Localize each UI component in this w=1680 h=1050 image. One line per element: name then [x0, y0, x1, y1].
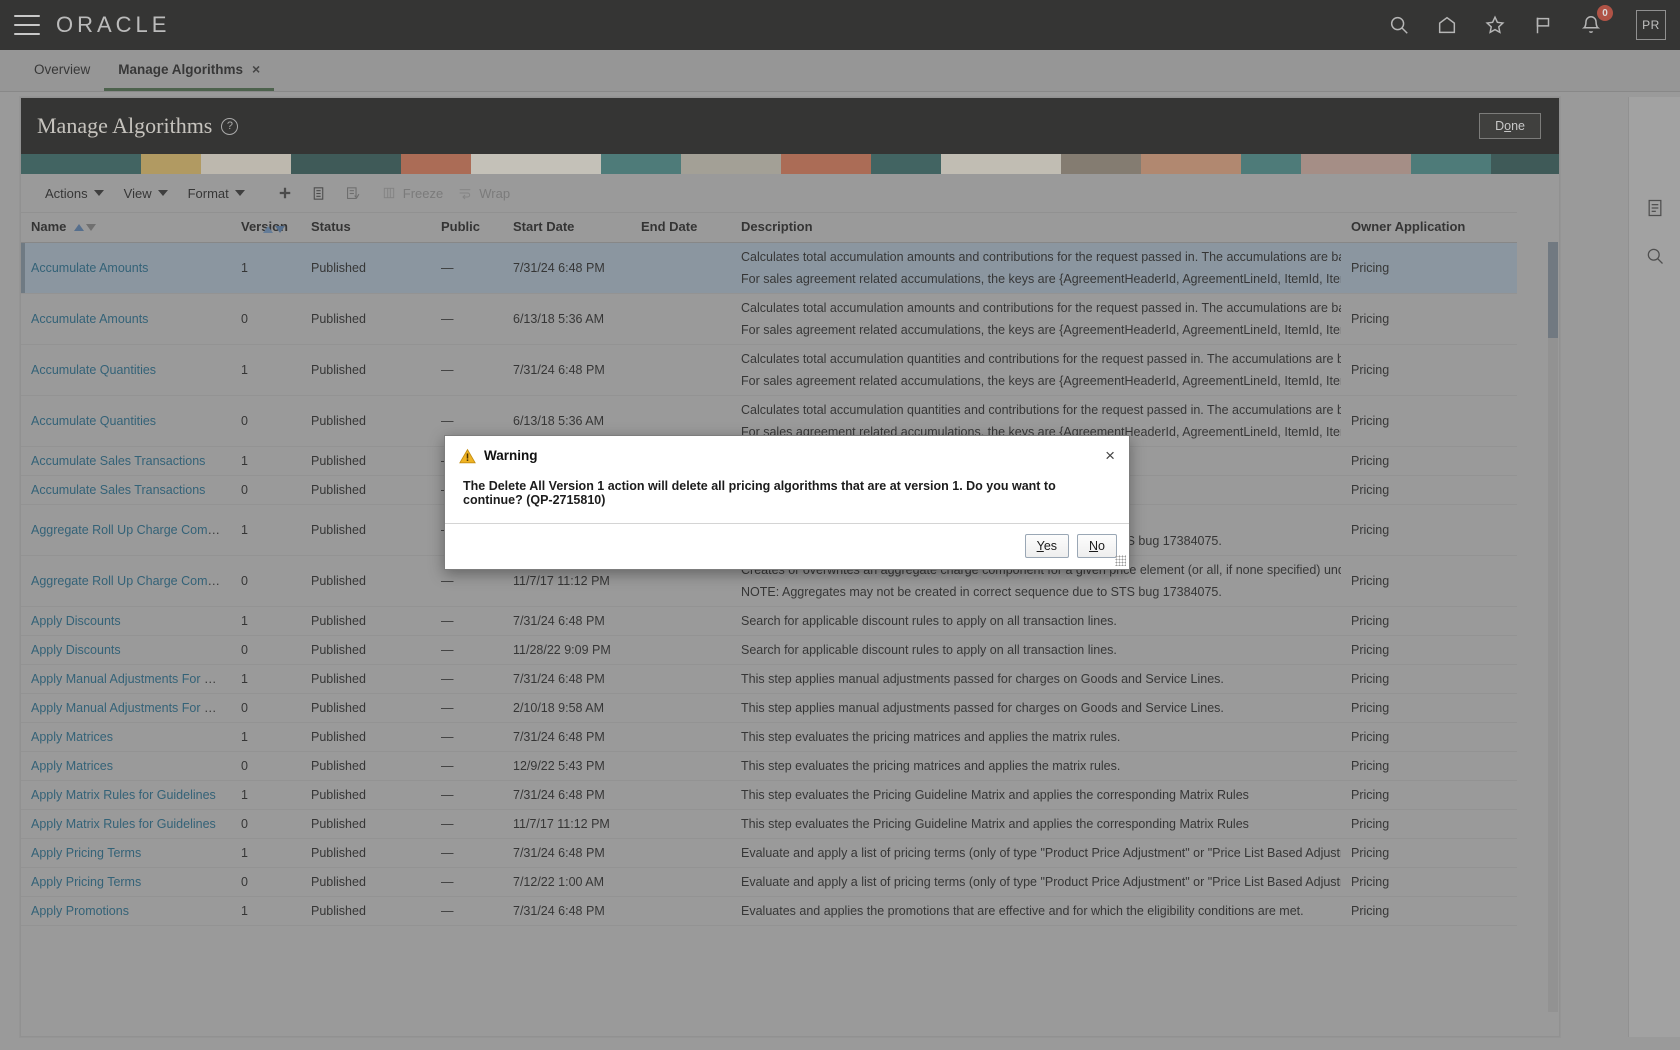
dialog-message: The Delete All Version 1 action will del…: [445, 473, 1129, 524]
dialog-footer: Yes No: [445, 524, 1129, 569]
close-icon[interactable]: ×: [1103, 447, 1117, 464]
yes-button[interactable]: Yes: [1024, 534, 1070, 558]
no-button[interactable]: No: [1077, 534, 1117, 558]
warning-triangle-icon: [459, 448, 476, 464]
dialog-header: Warning ×: [445, 436, 1129, 473]
warning-dialog: Warning × The Delete All Version 1 actio…: [444, 435, 1130, 570]
resize-grip[interactable]: [1115, 555, 1126, 566]
dialog-title: Warning: [484, 448, 538, 463]
